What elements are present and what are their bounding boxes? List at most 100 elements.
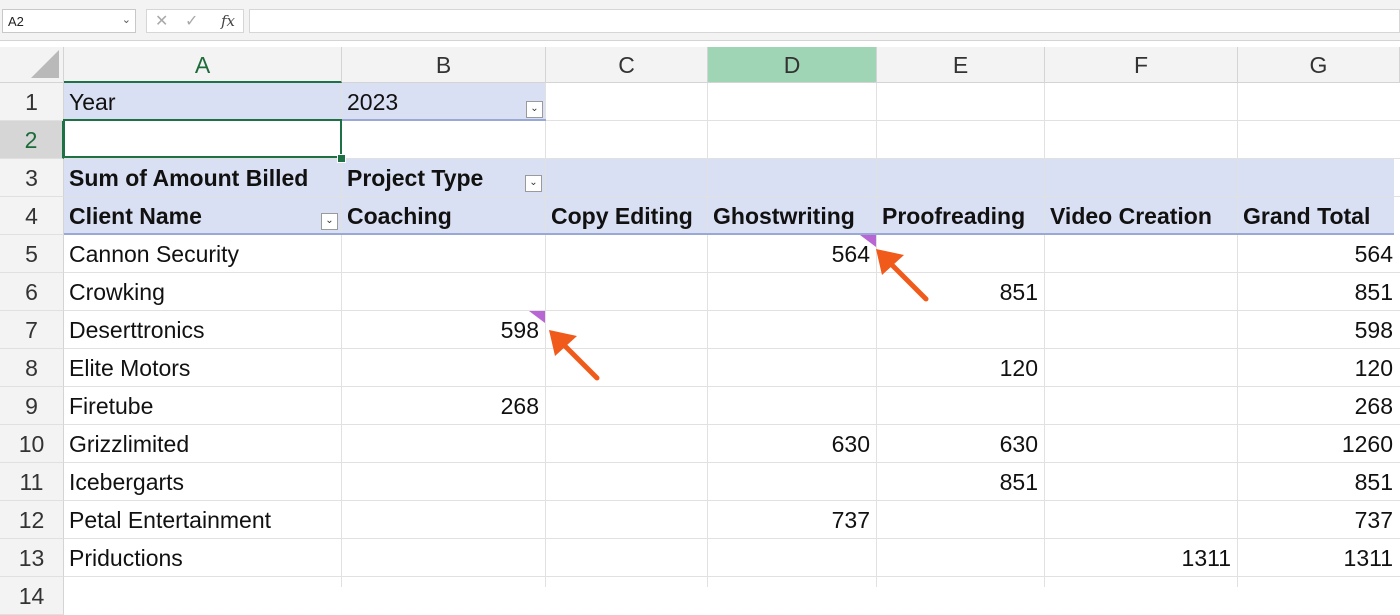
client-name-cell[interactable]: Crowking: [64, 273, 342, 311]
column-header-e[interactable]: E: [877, 47, 1045, 83]
pivot-value-cell[interactable]: [342, 273, 546, 311]
pivot-value-cell[interactable]: 630: [708, 425, 877, 463]
pivot-value-cell[interactable]: 268: [342, 387, 546, 425]
pivot-value-cell[interactable]: [342, 501, 546, 539]
row-header-10[interactable]: 10: [0, 425, 64, 463]
filter-label[interactable]: Year: [64, 83, 342, 121]
select-all-corner[interactable]: [0, 47, 64, 83]
pivot-value-cell[interactable]: 1311: [1238, 539, 1400, 577]
pivot-value-cell[interactable]: [1045, 273, 1238, 311]
client-name-cell[interactable]: Petal Entertainment: [64, 501, 342, 539]
pivot-value-cell[interactable]: [708, 311, 877, 349]
pivot-value-cell[interactable]: 1311: [1045, 539, 1238, 577]
chevron-down-icon[interactable]: ⌄: [321, 213, 338, 230]
formula-input[interactable]: [249, 9, 1400, 33]
column-header-g[interactable]: G: [1238, 47, 1400, 83]
pivot-value-cell[interactable]: 564: [1238, 235, 1400, 273]
pivot-value-cell[interactable]: [546, 425, 708, 463]
column-header-b[interactable]: B: [342, 47, 546, 83]
filter-value[interactable]: 2023: [342, 83, 546, 121]
pivot-value-cell[interactable]: 564: [708, 235, 877, 273]
row-header-5[interactable]: 5: [0, 235, 64, 273]
row-header-12[interactable]: 12: [0, 501, 64, 539]
pivot-value-cell[interactable]: [342, 539, 546, 577]
row-header-7[interactable]: 7: [0, 311, 64, 349]
pivot-value-cell[interactable]: 851: [1238, 463, 1400, 501]
columns-label[interactable]: Project Type: [342, 159, 546, 197]
header-grand-total[interactable]: Grand Total: [1238, 197, 1400, 235]
header-copy-editing[interactable]: Copy Editing: [546, 197, 708, 235]
header-proofreading[interactable]: Proofreading: [877, 197, 1045, 235]
header-video-creation[interactable]: Video Creation: [1045, 197, 1238, 235]
row-header-8[interactable]: 8: [0, 349, 64, 387]
pivot-value-cell[interactable]: [708, 463, 877, 501]
pivot-value-cell[interactable]: 268: [1238, 387, 1400, 425]
row-header-3[interactable]: 3: [0, 159, 64, 197]
column-header-f[interactable]: F: [1045, 47, 1238, 83]
pivot-value-cell[interactable]: 851: [1238, 273, 1400, 311]
pivot-value-cell[interactable]: [708, 349, 877, 387]
pivot-value-cell[interactable]: 737: [708, 501, 877, 539]
pivot-value-cell[interactable]: [546, 273, 708, 311]
pivot-value-cell[interactable]: [1045, 349, 1238, 387]
row-header-11[interactable]: 11: [0, 463, 64, 501]
pivot-value-cell[interactable]: 630: [877, 425, 1045, 463]
pivot-value-cell[interactable]: [877, 387, 1045, 425]
pivot-value-cell[interactable]: 737: [1238, 501, 1400, 539]
column-header-a[interactable]: A: [64, 47, 342, 83]
name-box[interactable]: A2 ⌄: [2, 9, 136, 33]
pivot-value-cell[interactable]: [1045, 387, 1238, 425]
pivot-value-cell[interactable]: 598: [1238, 311, 1400, 349]
pivot-value-cell[interactable]: [1045, 311, 1238, 349]
client-name-cell[interactable]: Elite Motors: [64, 349, 342, 387]
pivot-value-cell[interactable]: [1045, 425, 1238, 463]
pivot-value-cell[interactable]: [708, 273, 877, 311]
client-name-cell[interactable]: Firetube: [64, 387, 342, 425]
pivot-value-cell[interactable]: [342, 425, 546, 463]
pivot-value-cell[interactable]: 120: [877, 349, 1045, 387]
client-name-cell[interactable]: Priductions: [64, 539, 342, 577]
pivot-value-cell[interactable]: [877, 501, 1045, 539]
pivot-value-cell[interactable]: [1045, 235, 1238, 273]
funnel-dropdown-icon[interactable]: ⌄: [526, 101, 543, 118]
pivot-value-cell[interactable]: 120: [1238, 349, 1400, 387]
pivot-value-cell[interactable]: [546, 235, 708, 273]
pivot-value-cell[interactable]: [342, 349, 546, 387]
row-header-1[interactable]: 1: [0, 83, 64, 121]
pivot-value-cell[interactable]: [877, 311, 1045, 349]
row-header-13[interactable]: 13: [0, 539, 64, 577]
column-header-c[interactable]: C: [546, 47, 708, 83]
row-header-4[interactable]: 4: [0, 197, 64, 235]
pivot-value-cell[interactable]: [546, 539, 708, 577]
row-header-2[interactable]: 2: [0, 121, 64, 159]
client-name-cell[interactable]: Grizzlimited: [64, 425, 342, 463]
pivot-value-cell[interactable]: [342, 463, 546, 501]
pivot-value-cell[interactable]: [546, 501, 708, 539]
pivot-value-cell[interactable]: 851: [877, 463, 1045, 501]
column-header-d[interactable]: D: [708, 47, 877, 83]
client-name-cell[interactable]: Icebergarts: [64, 463, 342, 501]
pivot-value-cell[interactable]: [708, 387, 877, 425]
pivot-value-cell[interactable]: [342, 235, 546, 273]
client-name-cell[interactable]: Deserttronics: [64, 311, 342, 349]
values-label[interactable]: Sum of Amount Billed: [64, 159, 342, 197]
pivot-value-cell[interactable]: [546, 463, 708, 501]
cancel-icon[interactable]: ✕: [155, 11, 168, 31]
header-coaching[interactable]: Coaching: [342, 197, 546, 235]
pivot-value-cell[interactable]: [546, 387, 708, 425]
row-header-14[interactable]: 14: [0, 577, 64, 615]
pivot-value-cell[interactable]: 1260: [1238, 425, 1400, 463]
pivot-value-cell[interactable]: 598: [342, 311, 546, 349]
chevron-down-icon[interactable]: ⌄: [122, 13, 131, 26]
pivot-value-cell[interactable]: [877, 539, 1045, 577]
header-ghostwriting[interactable]: Ghostwriting: [708, 197, 877, 235]
fill-handle[interactable]: [337, 154, 346, 163]
row-header-6[interactable]: 6: [0, 273, 64, 311]
pivot-value-cell[interactable]: [1045, 463, 1238, 501]
rows-label[interactable]: Client Name: [64, 197, 342, 235]
client-name-cell[interactable]: Cannon Security: [64, 235, 342, 273]
insert-function-icon[interactable]: fx: [221, 12, 235, 30]
active-cell-a2[interactable]: [63, 119, 342, 158]
pivot-value-cell[interactable]: [1045, 501, 1238, 539]
pivot-value-cell[interactable]: [708, 539, 877, 577]
